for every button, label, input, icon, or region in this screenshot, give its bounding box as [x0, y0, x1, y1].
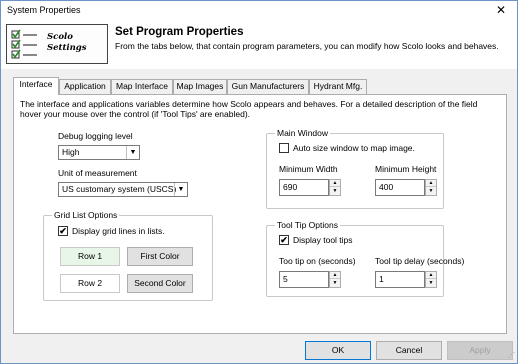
- min-width-label: Minimum Width: [279, 164, 338, 174]
- checklist-icon: [11, 29, 37, 59]
- tooltip-on-field[interactable]: 5: [279, 271, 329, 288]
- spin-up-icon[interactable]: ▲: [426, 272, 436, 279]
- unit-measurement-select[interactable]: US customary system (USCS) ▼: [58, 182, 188, 197]
- close-button[interactable]: ✕: [487, 1, 515, 20]
- row1-preview: Row 1: [60, 247, 120, 266]
- cancel-button[interactable]: Cancel: [376, 341, 442, 360]
- spin-up-icon[interactable]: ▲: [426, 180, 436, 187]
- display-tooltips-checkbox[interactable]: ✔: [279, 235, 289, 245]
- display-tooltips-label: Display tool tips: [293, 235, 353, 245]
- min-width-spin-buttons[interactable]: ▲ ▼: [329, 179, 341, 196]
- tool-tip-options-group: Tool Tip Options ✔ Display tool tips Too…: [266, 220, 464, 297]
- logo-text: Scolo Settings: [47, 32, 87, 53]
- spin-up-icon[interactable]: ▲: [330, 180, 340, 187]
- debug-level-value: High: [62, 147, 80, 157]
- tab-hydrant-mfg[interactable]: Hydrant Mfg.: [309, 79, 367, 94]
- spin-up-icon[interactable]: ▲: [330, 272, 340, 279]
- min-width-field[interactable]: 690: [279, 179, 329, 196]
- system-properties-window: System Properties ✕ Scolo Settings Set P…: [0, 0, 518, 364]
- chevron-down-icon: ▼: [174, 183, 187, 196]
- ok-button[interactable]: OK: [305, 341, 371, 360]
- grid-lines-label: Display grid lines in lists.: [72, 226, 165, 236]
- min-height-label: Minimum Height: [375, 164, 437, 174]
- tooltip-delay-label: Tool tip delay (seconds): [375, 256, 465, 266]
- debug-level-select[interactable]: High ▼: [58, 145, 140, 160]
- tooltip-delay-spin-buttons[interactable]: ▲ ▼: [425, 271, 437, 288]
- tab-map-images[interactable]: Map Images: [173, 79, 227, 94]
- first-color-button[interactable]: First Color: [127, 247, 193, 266]
- min-height-spinner[interactable]: 400 ▲ ▼: [375, 179, 437, 196]
- grid-list-options-title: Grid List Options: [52, 210, 120, 220]
- grid-list-options-group: Grid List Options ✔ Display grid lines i…: [43, 210, 213, 301]
- header-description: From the tabs below, that contain progra…: [115, 41, 499, 51]
- tooltip-delay-spinner[interactable]: 1 ▲ ▼: [375, 271, 437, 288]
- unit-measurement-label: Unit of measurement: [58, 168, 137, 178]
- tab-map-interface[interactable]: Map Interface: [111, 79, 173, 94]
- min-width-spinner[interactable]: 690 ▲ ▼: [279, 179, 341, 196]
- tooltip-on-spin-buttons[interactable]: ▲ ▼: [329, 271, 341, 288]
- header-title: Set Program Properties: [115, 26, 244, 38]
- auto-size-label: Auto size window to map image.: [293, 143, 415, 153]
- tooltip-delay-field[interactable]: 1: [375, 271, 425, 288]
- header-banner: Scolo Settings Set Program Properties Fr…: [1, 21, 517, 69]
- grid-lines-checkbox[interactable]: ✔: [58, 226, 68, 236]
- min-height-field[interactable]: 400: [375, 179, 425, 196]
- second-color-button[interactable]: Second Color: [127, 274, 193, 293]
- tooltip-on-label: Too tip on (seconds): [279, 256, 356, 266]
- title-bar: System Properties ✕: [1, 1, 517, 21]
- auto-size-checkbox[interactable]: [279, 143, 289, 153]
- main-window-title: Main Window: [275, 128, 331, 138]
- tab-interface[interactable]: Interface: [13, 77, 59, 95]
- chevron-down-icon: ▼: [126, 146, 139, 159]
- tool-tip-options-title: Tool Tip Options: [275, 220, 340, 230]
- resize-grip-icon[interactable]: ⋰: [505, 351, 515, 361]
- unit-measurement-value: US customary system (USCS): [62, 184, 177, 194]
- window-title: System Properties: [7, 5, 81, 15]
- interface-intro: The interface and applications variables…: [20, 99, 478, 119]
- min-height-spin-buttons[interactable]: ▲ ▼: [425, 179, 437, 196]
- spin-down-icon[interactable]: ▼: [426, 280, 436, 287]
- row2-preview: Row 2: [60, 274, 120, 293]
- scolo-settings-logo: Scolo Settings: [6, 24, 108, 64]
- main-window-group: Main Window Auto size window to map imag…: [266, 128, 444, 209]
- spin-down-icon[interactable]: ▼: [330, 280, 340, 287]
- tab-application[interactable]: Application: [59, 79, 111, 94]
- tooltip-on-spinner[interactable]: 5 ▲ ▼: [279, 271, 341, 288]
- spin-down-icon[interactable]: ▼: [330, 188, 340, 195]
- interface-panel: The interface and applications variables…: [13, 94, 507, 334]
- debug-level-label: Debug logging level: [58, 131, 133, 141]
- spin-down-icon[interactable]: ▼: [426, 188, 436, 195]
- apply-button[interactable]: Apply: [447, 341, 513, 360]
- tab-gun-manufacturers[interactable]: Gun Manufacturers: [227, 79, 309, 94]
